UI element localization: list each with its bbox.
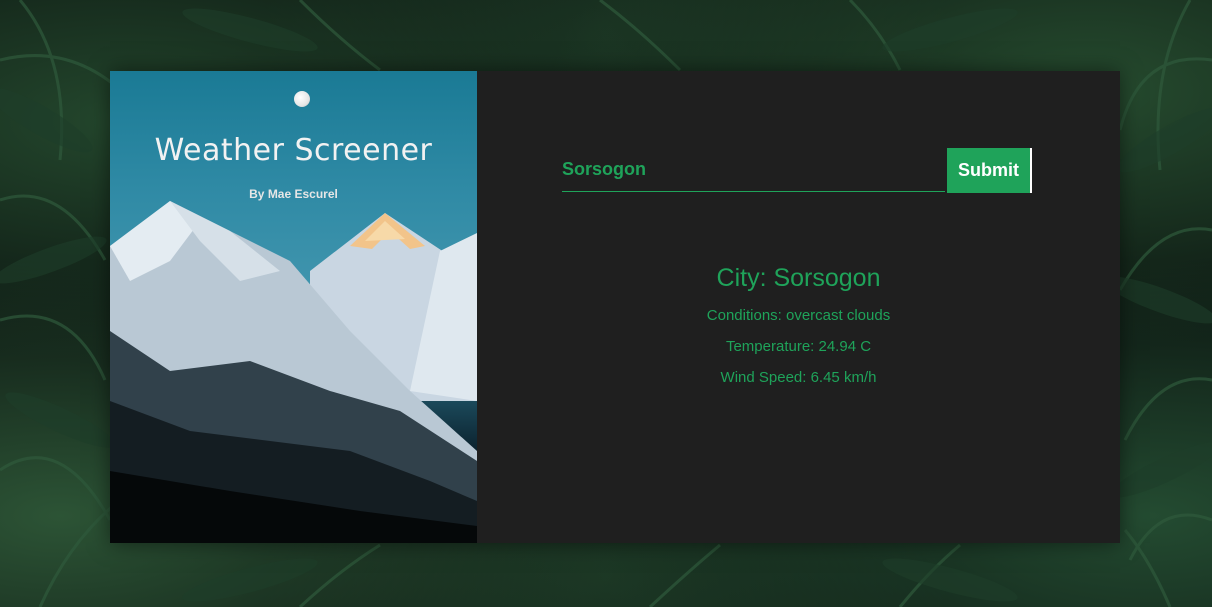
weather-card: Weather Screener By Mae Escurel Submit C… <box>110 71 1120 543</box>
weather-result: City: Sorsogon Conditions: overcast clou… <box>477 264 1120 400</box>
app-title: Weather Screener <box>154 133 433 168</box>
city-input[interactable] <box>562 148 945 192</box>
result-city: City: Sorsogon <box>716 264 881 292</box>
submit-button[interactable]: Submit <box>947 148 1032 193</box>
hero-image-panel: Weather Screener By Mae Escurel <box>110 71 477 543</box>
result-temperature: Temperature: 24.94 C <box>725 338 872 355</box>
app-author: By Mae Escurel <box>249 187 338 201</box>
moon-icon <box>294 91 310 107</box>
result-conditions: Conditions: overcast clouds <box>706 307 891 324</box>
result-wind-speed: Wind Speed: 6.45 km/h <box>720 369 877 386</box>
search-form: Submit <box>562 148 1034 194</box>
weather-panel: Submit City: Sorsogon Conditions: overca… <box>477 71 1120 543</box>
